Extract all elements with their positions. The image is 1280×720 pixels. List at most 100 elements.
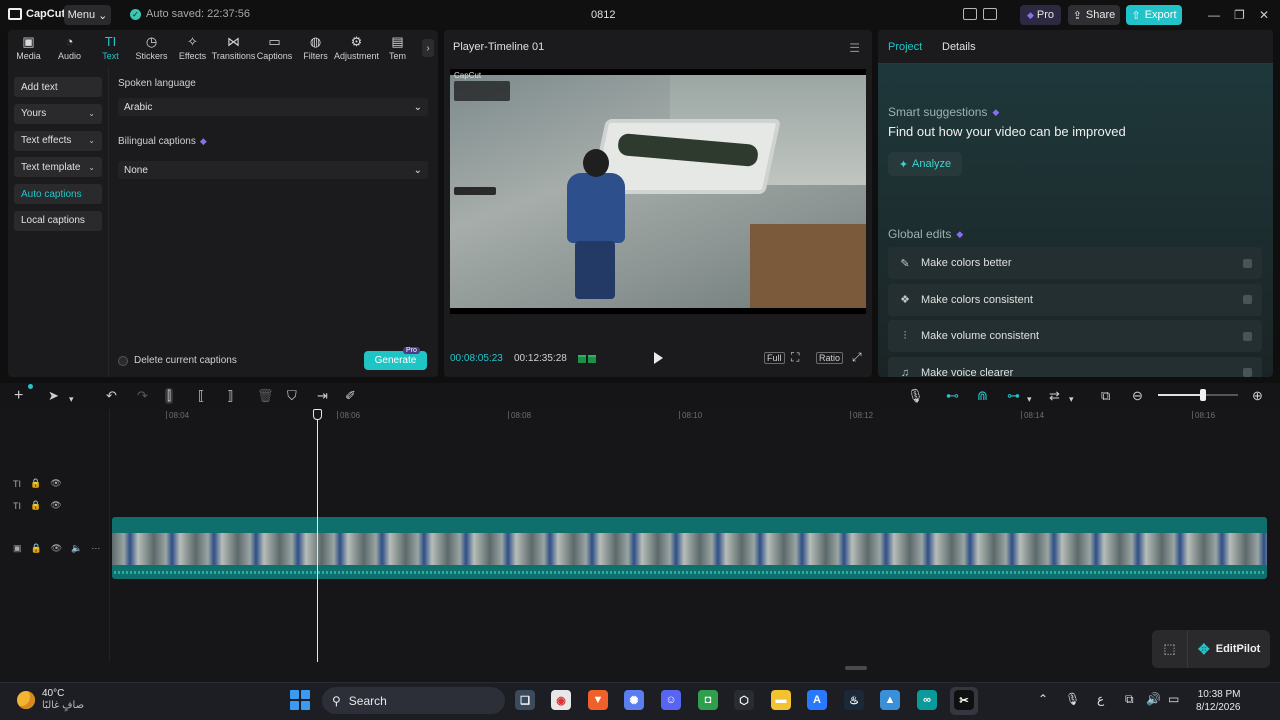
full-button[interactable]: Full [764, 352, 785, 364]
microphone-icon[interactable]: 🎙 [907, 388, 924, 404]
keyboard-language[interactable]: ع [1097, 692, 1104, 706]
app-icon[interactable]: ◘ [698, 690, 718, 710]
playhead-handle[interactable] [313, 409, 322, 420]
fit-screen-icon[interactable]: ⛶ [791, 350, 799, 365]
side-item-auto-captions[interactable]: Auto captions [14, 184, 102, 205]
pro-toggle[interactable] [1243, 258, 1252, 268]
more-icon[interactable]: ⋯ [91, 543, 100, 554]
link-icon[interactable]: ⊷ [946, 388, 959, 404]
close-icon[interactable]: ✕ [1259, 8, 1269, 22]
bilingual-captions-select[interactable]: None ⌄ [118, 161, 428, 179]
video-clip-header[interactable] [112, 517, 1267, 533]
lock-icon[interactable]: 🔒 [30, 500, 41, 511]
weather-widget[interactable]: 40°C صافٍ غالبًا [17, 688, 84, 712]
task-view-icon[interactable]: ❏ [515, 690, 535, 710]
eye-icon[interactable]: 👁 [50, 500, 61, 511]
export-button[interactable]: ⇧ Export [1126, 5, 1182, 25]
preview-axis-icon[interactable]: ⊶ [1007, 388, 1020, 404]
taskbar-clock[interactable]: 10:38 PM 8/12/2026 [1196, 688, 1241, 714]
layout-icon[interactable] [963, 8, 977, 20]
tab-media[interactable]: ▣ Media [8, 30, 49, 66]
volume-icon[interactable]: 🔊 [1146, 692, 1161, 706]
chevron-right-icon[interactable]: › [422, 39, 434, 57]
tab-text[interactable]: TI Text [90, 30, 131, 66]
video-preview[interactable]: CapCut [450, 69, 866, 314]
restore-icon[interactable]: ❐ [1234, 8, 1245, 22]
battery-icon[interactable]: ▭ [1168, 692, 1179, 706]
side-item-text-effects[interactable]: Text effects ⌄ [14, 130, 102, 151]
tab-stickers[interactable]: ◷ Stickers [131, 30, 172, 66]
delete-captions-option[interactable]: Delete current captions [118, 355, 237, 366]
zoom-out-icon[interactable]: ⊖ [1132, 388, 1143, 404]
timeline-scroll-handle[interactable] [845, 666, 867, 670]
tab-effects[interactable]: ✧ Effects [172, 30, 213, 66]
chevron-down-icon[interactable]: ▾ [1069, 391, 1074, 407]
playhead[interactable] [317, 409, 318, 662]
capcut-taskbar-icon[interactable]: ✂ [954, 690, 974, 710]
undo-icon[interactable]: ↶ [106, 388, 117, 404]
photos-icon[interactable]: ▲ [880, 690, 900, 710]
unity-icon[interactable]: ⬡ [734, 690, 754, 710]
lock-icon[interactable]: 🔒 [30, 478, 41, 489]
side-item-local-captions[interactable]: Local captions [14, 210, 102, 231]
minimize-icon[interactable]: — [1208, 8, 1220, 22]
magnet-icon[interactable]: ⋒ [977, 388, 988, 404]
trim-right-icon[interactable]: ⟧ [227, 388, 233, 404]
video-clip-thumbnails[interactable] [112, 533, 1267, 565]
side-item-yours[interactable]: Yours ⌄ [14, 103, 102, 124]
tab-adjustment[interactable]: ⚙ Adjustment [334, 30, 379, 66]
global-edit-row[interactable]: ❖ Make colors consistent [888, 283, 1262, 316]
project-title[interactable]: 0812 [591, 9, 615, 21]
editpilot-widget[interactable]: ⬚ ✥ EditPilot [1152, 630, 1270, 668]
delete-captions-checkbox[interactable] [118, 355, 128, 366]
tab-tem[interactable]: ▤ Tem [377, 30, 418, 66]
chevron-down-icon[interactable]: ▾ [1027, 391, 1032, 407]
display-icon[interactable]: ⧉ [1125, 692, 1134, 707]
file-explorer-icon[interactable]: ▬ [771, 690, 791, 710]
tab-project[interactable]: Project [888, 41, 922, 53]
tab-audio[interactable]: ◔ Audio [49, 30, 90, 66]
microphone-icon[interactable]: 🎙 [1065, 692, 1080, 706]
analyze-button[interactable]: ✦ Analyze [888, 152, 962, 176]
tab-captions[interactable]: ▭ Captions [254, 30, 295, 66]
eye-icon[interactable]: 👁 [50, 478, 61, 489]
delete-icon[interactable]: 🗑 [257, 388, 274, 404]
store-icon[interactable]: A [807, 690, 827, 710]
global-edit-row[interactable]: ✎ Make colors better [888, 247, 1262, 279]
chrome-icon[interactable]: ◉ [551, 690, 571, 710]
pro-toggle[interactable] [1243, 331, 1252, 341]
speaker-icon[interactable]: 🔈 [71, 543, 82, 554]
pro-button[interactable]: ◆ Pro [1020, 5, 1061, 25]
tab-details[interactable]: Details [942, 41, 976, 53]
hamburger-icon[interactable]: ☰ [849, 41, 860, 55]
menu-button[interactable]: Menu ⌄ [64, 5, 111, 25]
draw-icon[interactable]: ✐ [345, 388, 356, 404]
discord-icon[interactable]: ☺ [661, 690, 681, 710]
shield-icon[interactable]: ⛉ [287, 388, 297, 404]
lock-icon[interactable]: 🔒 [31, 543, 42, 554]
chevron-up-icon[interactable]: ⌃ [1038, 692, 1048, 706]
steam-icon[interactable]: ♨ [844, 690, 864, 710]
taskbar-search[interactable]: ⚲ Search [322, 687, 505, 714]
arduino-icon[interactable]: ∞ [917, 690, 937, 710]
pro-toggle[interactable] [1243, 368, 1252, 377]
brave-icon[interactable]: ▼ [588, 690, 608, 710]
zoom-slider-handle[interactable] [1200, 389, 1206, 401]
share-button[interactable]: ⇪ Share [1068, 5, 1120, 25]
global-edit-row[interactable]: ♫ Make voice clearer [888, 356, 1262, 377]
freeze-icon[interactable]: ⇥ [317, 388, 328, 404]
redo-icon[interactable]: ↷ [137, 388, 148, 404]
shortcuts-icon[interactable] [983, 8, 997, 20]
eye-icon[interactable]: 👁 [51, 543, 62, 554]
spoken-language-select[interactable]: Arabic ⌄ [118, 98, 428, 116]
fullscreen-icon[interactable]: ⤢ [852, 350, 862, 365]
chevron-down-icon[interactable]: ▾ [69, 391, 74, 407]
ratio-button[interactable]: Ratio [816, 352, 844, 364]
zoom-in-icon[interactable]: ⊕ [1252, 388, 1263, 404]
snapshot-icon[interactable]: ⧉ [1101, 388, 1110, 404]
select-cursor-icon[interactable]: ➤ [48, 388, 59, 404]
trim-left-icon[interactable]: ⟦ [198, 388, 204, 404]
tab-transitions[interactable]: ⋈ Transitions [212, 30, 256, 66]
replace-icon[interactable]: ⇄ [1049, 388, 1060, 404]
global-edit-row[interactable]: ⫶ Make volume consistent [888, 320, 1262, 352]
